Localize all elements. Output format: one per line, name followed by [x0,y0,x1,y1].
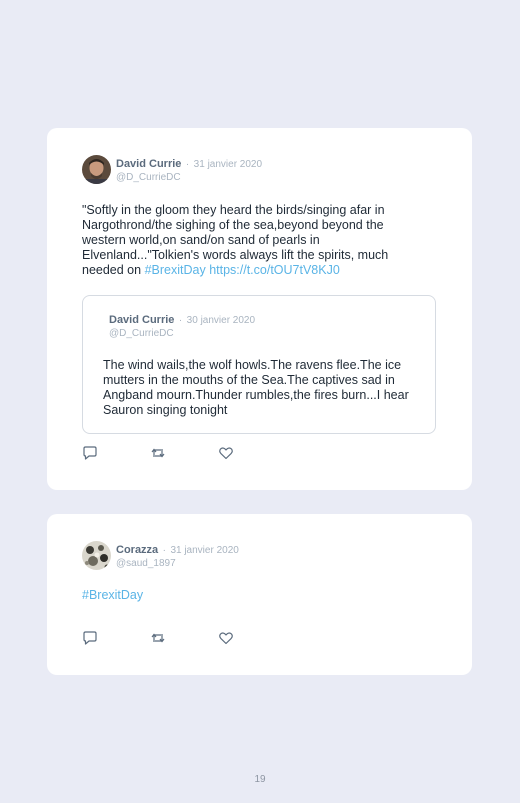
separator: · [162,545,166,556]
quoted-tweet[interactable]: David Currie · 30 janvier 2020 @D_Currie… [82,295,436,434]
avatar[interactable] [82,155,111,184]
author-name[interactable]: Corazza [116,544,158,556]
tweet-actions [82,630,234,646]
reply-icon[interactable] [82,445,98,461]
avatar[interactable] [82,541,111,570]
tweet-author: Corazza · 31 janvier 2020 @saud_1897 [82,541,239,570]
quoted-author: David Currie · 30 janvier 2020 @D_Currie… [109,312,255,340]
quoted-text: The wind wails,the wolf howls.The ravens… [103,358,409,417]
url-link[interactable]: https://t.co/tOU7tV8KJ0 [209,263,340,277]
quoted-date[interactable]: 30 janvier 2020 [187,315,255,326]
page-number: 19 [254,774,266,785]
hashtag-link[interactable]: #BrexitDay [82,588,143,603]
author-name[interactable]: David Currie [116,158,181,170]
author-handle[interactable]: @saud_1897 [116,557,239,570]
hashtag-link[interactable]: #BrexitDay [145,263,206,277]
quoted-author-name[interactable]: David Currie [109,314,174,326]
like-icon[interactable] [218,630,234,646]
retweet-icon[interactable] [150,445,166,461]
tweet-date[interactable]: 31 janvier 2020 [170,545,238,556]
retweet-icon[interactable] [150,630,166,646]
tweet-text: "Softly in the gloom they heard the bird… [82,203,422,278]
tweet-author: David Currie · 31 janvier 2020 @D_Currie… [82,155,262,184]
tweet-card: Corazza · 31 janvier 2020 @saud_1897 #Br… [47,514,472,675]
quoted-handle[interactable]: @D_CurrieDC [109,327,255,340]
tweet-card: David Currie · 31 janvier 2020 @D_Currie… [47,128,472,490]
like-icon[interactable] [218,445,234,461]
separator: · [178,315,183,326]
tweet-date[interactable]: 31 janvier 2020 [194,159,262,170]
separator: · [185,159,190,170]
tweet-actions [82,445,234,461]
reply-icon[interactable] [82,630,98,646]
author-handle[interactable]: @D_CurrieDC [116,171,262,184]
